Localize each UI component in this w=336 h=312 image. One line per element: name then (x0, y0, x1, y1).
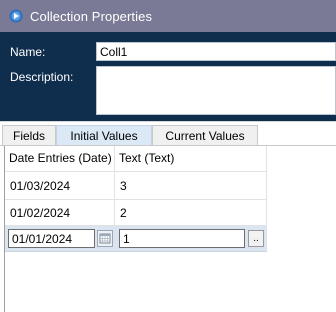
tab-initial-values[interactable]: Initial Values (56, 125, 152, 146)
text-edit-input[interactable] (119, 229, 245, 248)
tab-current-values[interactable]: Current Values (152, 125, 258, 146)
window-title: Collection Properties (30, 9, 153, 24)
column-header-date[interactable]: Date Entries (Date) (5, 146, 115, 172)
edit-row: .. (5, 226, 267, 252)
title-bar: Collection Properties (0, 0, 336, 32)
table-cell-date[interactable]: 01/03/2024 (5, 172, 115, 200)
properties-panel: Name: Description: (0, 32, 336, 121)
app-icon (9, 9, 23, 23)
table-cell-text[interactable]: 2 (115, 200, 267, 226)
tab-fields[interactable]: Fields (2, 125, 56, 146)
description-label: Description: (10, 70, 74, 84)
table-cell-text[interactable]: 3 (115, 172, 267, 200)
table-cell-date[interactable]: 01/02/2024 (5, 200, 115, 226)
values-grid: Date Entries (Date) Text (Text) 01/03/20… (4, 146, 336, 312)
ellipsis-button[interactable]: .. (248, 230, 264, 247)
calendar-icon (99, 233, 111, 244)
calendar-button[interactable] (97, 230, 113, 247)
date-edit-input[interactable] (8, 229, 95, 248)
name-label: Name: (10, 45, 46, 59)
tab-strip: Fields Initial Values Current Values (0, 121, 336, 147)
description-input[interactable] (96, 66, 336, 115)
name-input[interactable] (96, 42, 336, 61)
column-header-text[interactable]: Text (Text) (115, 146, 267, 172)
